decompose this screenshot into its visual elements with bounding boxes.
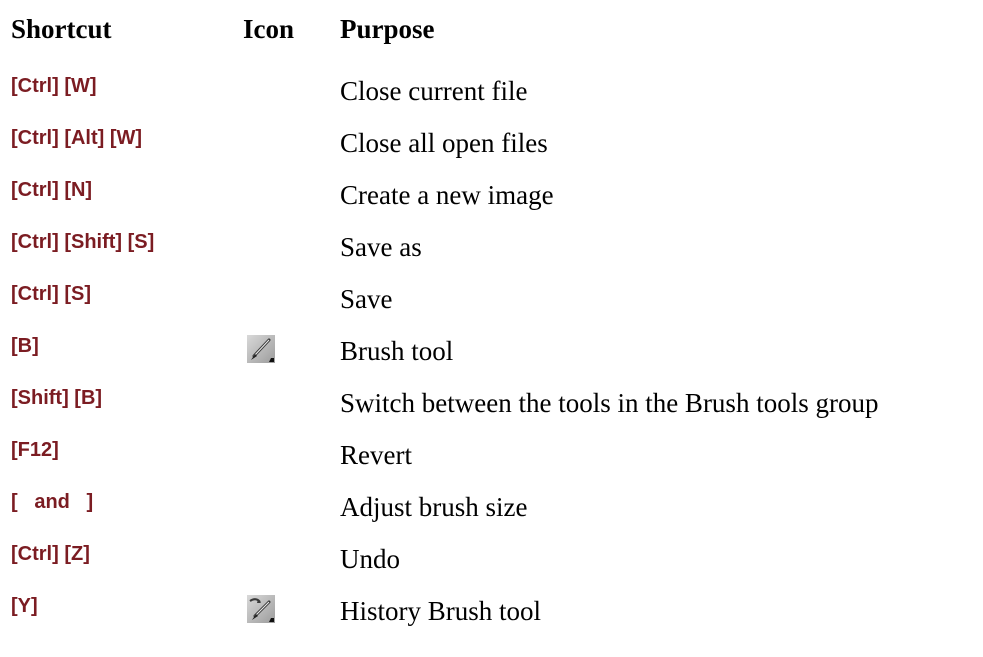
shortcut-keys: [B] xyxy=(11,335,39,357)
column-header-purpose: Purpose xyxy=(340,14,435,44)
table-row: [Ctrl] [Z] Undo xyxy=(0,544,983,596)
table-row: [Y] History Brush tool xyxy=(0,595,983,648)
shortcut-keys: [Ctrl] [Alt] [W] xyxy=(11,127,143,149)
shortcut-purpose: Close all open files xyxy=(340,128,548,158)
shortcut-purpose: Adjust brush size xyxy=(340,492,528,522)
shortcut-keys: [Ctrl] [Shift] [S] xyxy=(11,231,155,253)
shortcut-keys: [Y] xyxy=(11,595,38,617)
shortcut-purpose: Undo xyxy=(340,544,400,574)
shortcut-purpose: Revert xyxy=(340,440,412,470)
shortcut-keys: [F12] xyxy=(11,439,59,461)
shortcut-keys: [ and ] xyxy=(11,491,94,513)
brush-tool-icon xyxy=(247,335,275,363)
table-row: [Ctrl] [W] Close current file xyxy=(0,76,983,128)
shortcut-keys: [Ctrl] [Z] xyxy=(11,543,90,565)
shortcut-purpose: Save xyxy=(340,284,393,314)
shortcut-keys: [Ctrl] [N] xyxy=(11,179,93,201)
shortcut-keys: [Ctrl] [W] xyxy=(11,75,97,97)
shortcut-purpose: Switch between the tools in the Brush to… xyxy=(340,388,879,418)
table-row: [Ctrl] [S] Save xyxy=(0,284,983,336)
shortcut-purpose: History Brush tool xyxy=(340,596,542,626)
table-row: [Shift] [B] Switch between the tools in … xyxy=(0,388,983,440)
shortcut-purpose: Close current file xyxy=(340,76,528,106)
shortcut-purpose: Brush tool xyxy=(340,336,454,366)
table-row: [Ctrl] [Alt] [W] Close all open files xyxy=(0,128,983,180)
shortcut-keys: [Ctrl] [S] xyxy=(11,283,91,305)
shortcut-keys: [Shift] [B] xyxy=(11,387,103,409)
column-header-icon: Icon xyxy=(243,14,295,44)
history-brush-tool-icon xyxy=(247,595,275,623)
table-row: [Ctrl] [Shift] [S] Save as xyxy=(0,232,983,284)
table-row: [ and ] Adjust brush size xyxy=(0,492,983,544)
table-row: [Ctrl] [N] Create a new image xyxy=(0,180,983,232)
column-header-shortcut: Shortcut xyxy=(11,14,112,44)
table-row: [B] Brush tool xyxy=(0,335,983,388)
shortcut-purpose: Create a new image xyxy=(340,180,554,210)
table-row: [F12] Revert xyxy=(0,440,983,492)
shortcut-purpose: Save as xyxy=(340,232,422,262)
